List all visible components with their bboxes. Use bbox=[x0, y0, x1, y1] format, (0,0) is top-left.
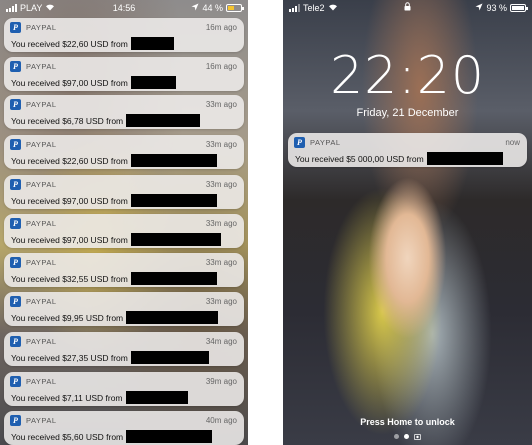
app-name: PAYPAL bbox=[26, 62, 57, 71]
notification-time: 39m ago bbox=[205, 377, 237, 386]
redaction-box bbox=[126, 114, 201, 127]
notification-time: 33m ago bbox=[205, 297, 237, 306]
notification-card[interactable]: P PAYPAL 34m ago You received $27,35 USD… bbox=[4, 332, 244, 366]
app-name: PAYPAL bbox=[26, 180, 57, 189]
paypal-icon: P bbox=[10, 415, 21, 426]
battery-icon bbox=[510, 3, 528, 12]
notification-time: 16m ago bbox=[205, 62, 237, 71]
right-phone-lockscreen: Tele2 93 % 22:20 Friday, 21 December P P… bbox=[283, 0, 532, 445]
notification-time: 34m ago bbox=[205, 337, 237, 346]
app-name: PAYPAL bbox=[26, 219, 57, 228]
notification-text: You received $22,60 USD from bbox=[11, 38, 128, 49]
unlock-hint: Press Home to unlock bbox=[360, 417, 455, 427]
notification-card[interactable]: P PAYPAL 16m ago You received $22,60 USD… bbox=[4, 18, 244, 52]
camera-icon[interactable] bbox=[414, 433, 421, 440]
redaction-box bbox=[130, 194, 217, 207]
notification-card[interactable]: P PAYPAL 33m ago You received $97,00 USD… bbox=[4, 214, 244, 248]
paypal-icon: P bbox=[10, 99, 21, 110]
status-bar: Tele2 93 % bbox=[283, 0, 532, 15]
redaction-box bbox=[130, 351, 209, 364]
carrier-label: PLAY bbox=[20, 2, 43, 13]
redaction-box bbox=[126, 430, 213, 443]
notification-text: You received $7,11 USD from bbox=[11, 392, 123, 403]
notification-card[interactable]: P PAYPAL 33m ago You received $6,78 USD … bbox=[4, 95, 244, 129]
notification-text: You received $9,95 USD from bbox=[11, 312, 124, 323]
notification-time: 16m ago bbox=[205, 23, 237, 32]
notification-text: You received $6,78 USD from bbox=[11, 115, 124, 126]
app-name: PAYPAL bbox=[26, 337, 57, 346]
redaction-box bbox=[130, 233, 221, 246]
battery-icon bbox=[226, 3, 244, 12]
notification-card[interactable]: P PAYPAL now You received $5 000,00 USD … bbox=[288, 133, 527, 167]
redaction-box bbox=[426, 152, 503, 165]
wifi-icon bbox=[328, 3, 338, 13]
paypal-icon: P bbox=[10, 61, 21, 72]
notification-time: 33m ago bbox=[205, 100, 237, 109]
notification-time: 40m ago bbox=[205, 416, 237, 425]
notification-time: 33m ago bbox=[205, 258, 237, 267]
page-dot bbox=[394, 434, 399, 439]
lockscreen-clock: 22:20 bbox=[330, 46, 485, 106]
lock-icon bbox=[404, 2, 411, 13]
notification-card[interactable]: P PAYPAL 16m ago You received $97,00 USD… bbox=[4, 57, 244, 91]
redaction-box bbox=[130, 37, 174, 50]
wifi-icon bbox=[45, 3, 55, 13]
app-name: PAYPAL bbox=[26, 297, 57, 306]
paypal-icon: P bbox=[10, 296, 21, 307]
app-name: PAYPAL bbox=[26, 23, 57, 32]
notification-text: You received $97,00 USD from bbox=[11, 195, 128, 206]
notification-text: You received $27,35 USD from bbox=[11, 352, 128, 363]
app-name: PAYPAL bbox=[26, 377, 57, 386]
location-arrow-icon bbox=[475, 3, 483, 13]
notification-card[interactable]: P PAYPAL 33m ago You received $9,95 USD … bbox=[4, 292, 244, 326]
paypal-icon: P bbox=[10, 376, 21, 387]
page-dots bbox=[283, 434, 532, 440]
paypal-icon: P bbox=[10, 22, 21, 33]
app-name: PAYPAL bbox=[26, 416, 57, 425]
notification-time: 33m ago bbox=[205, 219, 237, 228]
app-name: PAYPAL bbox=[310, 138, 341, 147]
notification-text: You received $5 000,00 USD from bbox=[295, 153, 424, 164]
notification-text: You received $32,55 USD from bbox=[11, 273, 128, 284]
notification-text: You received $5,60 USD from bbox=[11, 431, 124, 442]
notification-time: 33m ago bbox=[205, 180, 237, 189]
redaction-box bbox=[126, 311, 219, 324]
paypal-icon: P bbox=[10, 218, 21, 229]
paypal-icon: P bbox=[294, 137, 305, 148]
lockscreen-date: Friday, 21 December bbox=[356, 107, 459, 119]
notification-card[interactable]: P PAYPAL 33m ago You received $22,60 USD… bbox=[4, 135, 244, 169]
notification-card[interactable]: P PAYPAL 39m ago You received $7,11 USD … bbox=[4, 372, 244, 406]
status-bar: PLAY 14:56 44 % bbox=[0, 0, 248, 15]
notification-text: You received $97,00 USD from bbox=[11, 234, 128, 245]
location-arrow-icon bbox=[191, 3, 199, 13]
battery-percent: 44 % bbox=[202, 2, 223, 13]
paypal-icon: P bbox=[10, 257, 21, 268]
status-time: 14:56 bbox=[112, 2, 136, 13]
carrier-label: Tele2 bbox=[303, 2, 325, 13]
app-name: PAYPAL bbox=[26, 100, 57, 109]
paypal-icon: P bbox=[10, 336, 21, 347]
notification-time: 33m ago bbox=[205, 140, 237, 149]
redaction-box bbox=[130, 154, 217, 167]
signal-icon bbox=[6, 3, 17, 12]
notification-card[interactable]: P PAYPAL 40m ago You received $5,60 USD … bbox=[4, 411, 244, 445]
notification-time: now bbox=[505, 138, 520, 147]
redaction-box bbox=[130, 76, 176, 89]
page-dot-active bbox=[404, 434, 409, 439]
notification-text: You received $22,60 USD from bbox=[11, 155, 128, 166]
redaction-box bbox=[125, 391, 188, 404]
app-name: PAYPAL bbox=[26, 258, 57, 267]
app-name: PAYPAL bbox=[26, 140, 57, 149]
notification-text: You received $97,00 USD from bbox=[11, 77, 128, 88]
paypal-icon: P bbox=[10, 179, 21, 190]
paypal-icon: P bbox=[10, 139, 21, 150]
notification-card[interactable]: P PAYPAL 33m ago You received $97,00 USD… bbox=[4, 175, 244, 209]
redaction-box bbox=[130, 272, 217, 285]
battery-percent: 93 % bbox=[486, 2, 507, 13]
left-phone-screen: PLAY 14:56 44 % P PAYPAL 16m ago You rec… bbox=[0, 0, 248, 445]
notification-card[interactable]: P PAYPAL 33m ago You received $32,55 USD… bbox=[4, 253, 244, 287]
signal-icon bbox=[289, 3, 300, 12]
